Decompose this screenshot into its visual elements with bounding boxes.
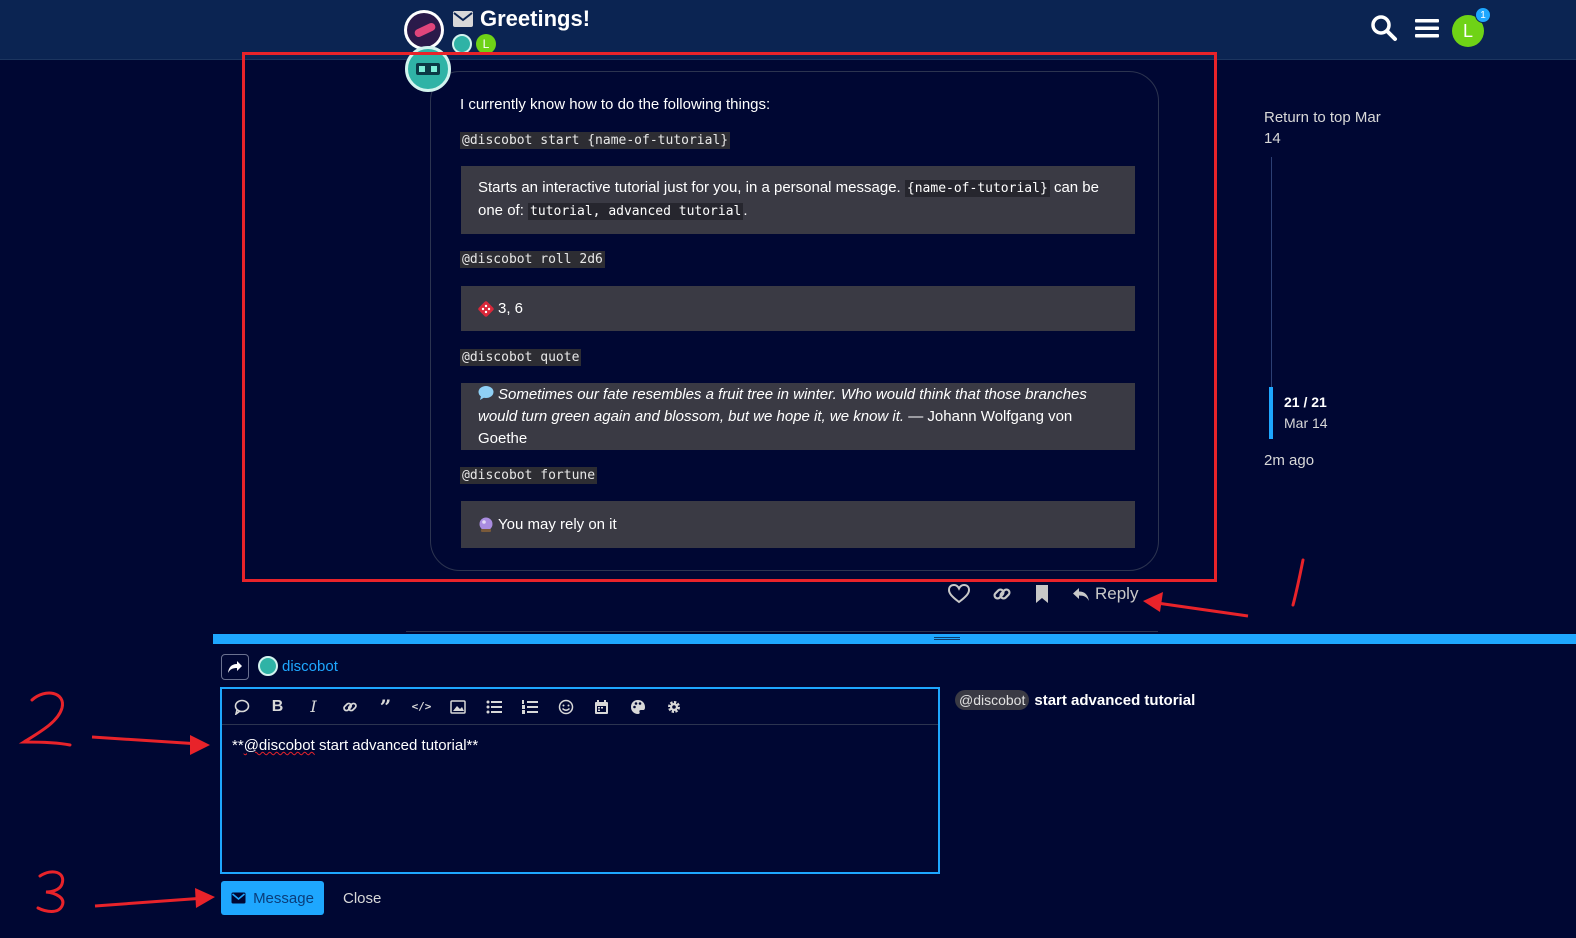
quote-line-2: would turn green again and blossom, but … xyxy=(478,407,905,425)
bookmark-icon[interactable] xyxy=(1034,584,1050,604)
search-icon[interactable] xyxy=(1370,14,1398,42)
preview-text: start advanced tutorial xyxy=(1034,691,1196,709)
annotation-arrowhead-2 xyxy=(190,735,210,755)
annotation-arrow-2 xyxy=(91,735,201,746)
topic-participants: L xyxy=(452,34,496,54)
hyperlink-icon[interactable] xyxy=(340,697,359,716)
command-quote: @discobot quote xyxy=(460,349,582,366)
timeline-position: 21 / 21 xyxy=(1284,394,1327,410)
site-header xyxy=(0,0,1576,60)
palette-icon[interactable] xyxy=(628,697,647,716)
topic-title-wrap: Greetings! xyxy=(452,6,590,32)
bullet-list-icon[interactable] xyxy=(484,697,503,716)
annotation-number-2 xyxy=(18,691,72,747)
composer-resize-bar[interactable] xyxy=(213,634,1576,644)
link-icon[interactable] xyxy=(992,584,1012,604)
result-start-line2: one of: xyxy=(478,202,524,219)
composer-recipient[interactable]: discobot xyxy=(258,656,338,676)
editor-toolbar: B I ” </> xyxy=(222,689,938,725)
crystal-ball-icon xyxy=(479,517,493,532)
emoji-icon[interactable] xyxy=(556,697,575,716)
participant-avatar-discobot[interactable] xyxy=(452,34,472,54)
composer-preview: @discobot start advanced tutorial xyxy=(955,690,1195,710)
post-divider xyxy=(406,631,1158,632)
return-to-top-label: Return to top xyxy=(1264,109,1351,126)
annotation-number-1 xyxy=(1291,558,1305,607)
numbered-list-icon[interactable] xyxy=(520,697,539,716)
discobot-avatar[interactable] xyxy=(405,46,451,92)
topic-title[interactable]: Greetings! xyxy=(480,6,590,32)
notification-badge[interactable]: 1 xyxy=(1475,7,1491,23)
editor-rest: start advanced tutorial** xyxy=(314,737,479,754)
result-start: Starts an interactive tutorial just for … xyxy=(461,166,1135,234)
result-start-line2-post: . xyxy=(743,202,748,219)
composer-grip[interactable] xyxy=(934,637,960,640)
result-start-code: {name-of-tutorial} xyxy=(904,180,1050,197)
annotation-number-3 xyxy=(36,870,65,913)
reply-button[interactable]: Reply xyxy=(1072,584,1138,604)
post-intro: I currently know how to do the following… xyxy=(460,96,771,113)
send-label: Message xyxy=(253,889,314,907)
command-roll: @discobot roll 2d6 xyxy=(460,251,605,268)
command-start: @discobot start {name-of-tutorial} xyxy=(460,132,731,149)
result-start-mid: can be xyxy=(1053,179,1099,196)
editor-content[interactable]: **@discobot start advanced tutorial** xyxy=(232,737,478,754)
envelope-icon xyxy=(453,11,473,27)
speech-bubble-icon xyxy=(478,385,494,400)
preview-mention[interactable]: @discobot xyxy=(955,690,1030,710)
gear-icon[interactable] xyxy=(664,697,683,716)
timeline-return-to-top[interactable]: Return to top Mar 14 xyxy=(1264,107,1394,149)
italic-icon[interactable]: I xyxy=(304,697,323,716)
envelope-icon xyxy=(231,892,246,904)
annotation-arrow-3 xyxy=(94,896,206,908)
editor-mention: @discobot xyxy=(243,737,315,754)
result-start-text: Starts an interactive tutorial just for … xyxy=(478,179,901,196)
timeline-position-date: Mar 14 xyxy=(1284,415,1328,431)
result-roll-text: 3, 6 xyxy=(498,299,524,317)
reply-arrow-icon xyxy=(1073,588,1089,601)
heart-icon[interactable] xyxy=(948,584,970,604)
timeline-handle[interactable] xyxy=(1269,387,1273,439)
result-start-line2-code: tutorial, advanced tutorial xyxy=(528,203,744,220)
reply-label: Reply xyxy=(1095,584,1139,603)
result-roll: 3, 6 xyxy=(461,286,1135,331)
blockquote-icon[interactable]: ” xyxy=(376,695,395,719)
result-fortune-text: You may rely on it xyxy=(498,515,617,533)
participant-avatar-user[interactable]: L xyxy=(476,34,496,54)
annotation-arrowhead-3 xyxy=(195,888,215,908)
editor-prefix: ** xyxy=(232,737,244,754)
bold-icon[interactable]: B xyxy=(268,697,287,716)
recipient-name: discobot xyxy=(282,657,338,675)
result-quote: Sometimes our fate resembles a fruit tre… xyxy=(461,383,1135,450)
result-fortune: You may rely on it xyxy=(461,501,1135,548)
quote-reply-icon[interactable] xyxy=(232,697,251,716)
recipient-avatar xyxy=(258,656,278,676)
composer-editor[interactable]: B I ” </> **@discobot start advanced tut… xyxy=(220,687,940,874)
dice-icon xyxy=(478,300,494,317)
site-logo[interactable] xyxy=(404,10,444,50)
image-upload-icon[interactable] xyxy=(448,697,467,716)
command-fortune: @discobot fortune xyxy=(460,467,598,484)
timeline-last-activity[interactable]: 2m ago xyxy=(1264,452,1314,469)
quote-line-1: Sometimes our fate resembles a fruit tre… xyxy=(498,385,1087,403)
composer-action-button[interactable] xyxy=(221,654,249,680)
code-icon[interactable]: </> xyxy=(412,697,432,716)
annotation-arrow-1 xyxy=(1149,600,1249,618)
hamburger-menu-icon[interactable] xyxy=(1414,16,1440,40)
annotation-arrowhead-1 xyxy=(1143,592,1163,612)
calendar-icon[interactable] xyxy=(592,697,611,716)
close-composer-link[interactable]: Close xyxy=(343,890,381,907)
send-message-button[interactable]: Message xyxy=(221,881,324,915)
share-arrow-icon xyxy=(228,661,242,673)
post-actions: Reply xyxy=(948,584,1138,604)
